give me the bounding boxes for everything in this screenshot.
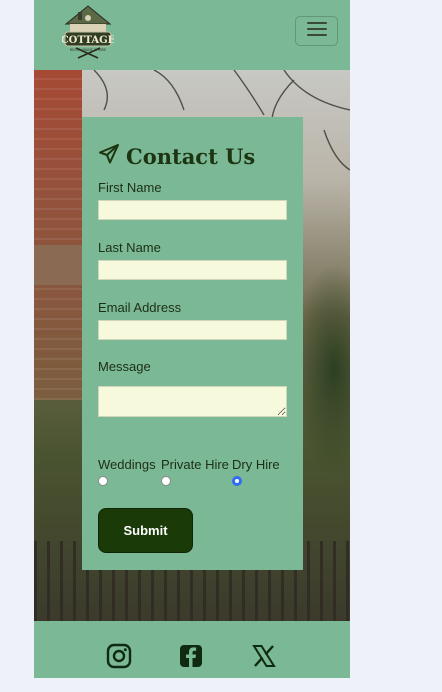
last-name-label: Last Name	[98, 240, 161, 255]
email-field[interactable]	[98, 320, 287, 340]
option-weddings-label: Weddings	[98, 457, 156, 472]
first-name-label: First Name	[98, 180, 162, 195]
first-name-field[interactable]	[98, 200, 287, 220]
option-dry-hire-label: Dry Hire	[232, 457, 280, 472]
option-dry-hire-radio[interactable]	[232, 476, 242, 486]
brand-logo[interactable]: COTTAGE RESTAURANT & HIRE	[61, 4, 116, 60]
logo-text: COTTAGE	[62, 35, 114, 46]
navbar-toggle-button[interactable]	[295, 16, 338, 46]
last-name-field[interactable]	[98, 260, 287, 280]
submit-button[interactable]: Submit	[98, 508, 193, 553]
contact-title: Contact Us	[98, 143, 255, 170]
email-label: Email Address	[98, 300, 182, 315]
message-label: Message	[98, 359, 151, 374]
paper-plane-icon	[98, 143, 120, 170]
hamburger-icon	[306, 20, 328, 43]
navbar: COTTAGE RESTAURANT & HIRE	[34, 0, 350, 70]
contact-title-text: Contact Us	[126, 144, 256, 169]
footer	[34, 621, 350, 678]
logo-subtext: RESTAURANT & HIRE	[70, 48, 106, 52]
instagram-icon[interactable]	[106, 643, 132, 669]
facebook-icon[interactable]	[178, 643, 204, 669]
x-icon[interactable]	[251, 643, 277, 669]
option-private-hire-radio[interactable]	[161, 476, 171, 486]
option-weddings-radio[interactable]	[98, 476, 108, 486]
option-private-hire-label: Private Hire	[161, 457, 229, 472]
message-textarea[interactable]	[98, 386, 287, 417]
contact-form-card: Contact Us First Name Last Name Email Ad…	[82, 117, 303, 570]
